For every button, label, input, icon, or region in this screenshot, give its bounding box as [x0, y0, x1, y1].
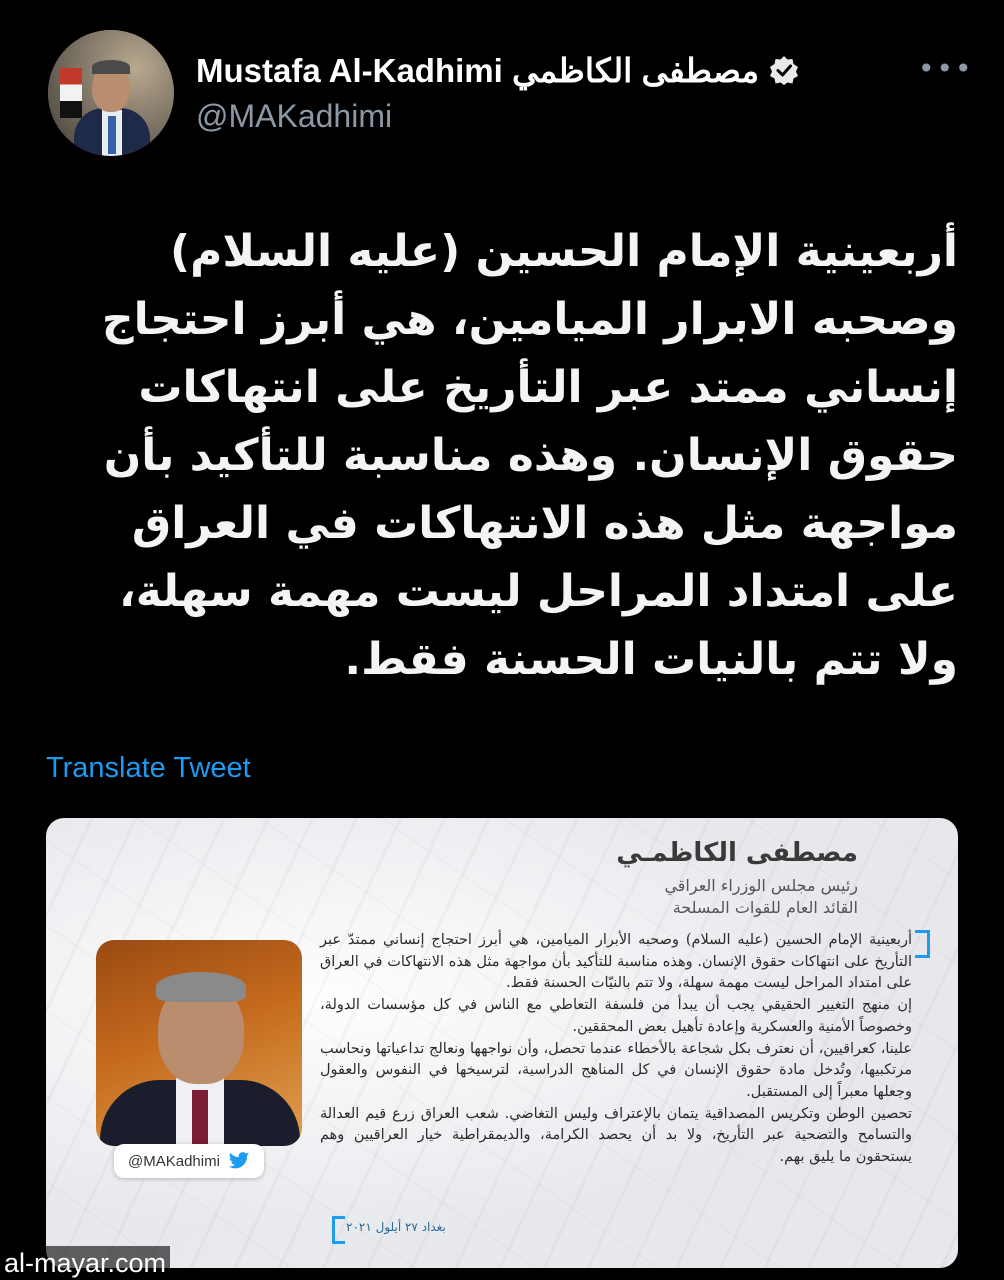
author-handle[interactable]: @MAKadhimi — [196, 98, 392, 135]
card-paragraph: إن منهج التغيير الحقيقي يجب أن يبدأ من ف… — [320, 997, 912, 1035]
site-watermark: al-mayar.com — [0, 1246, 171, 1280]
portrait-tie — [192, 1090, 208, 1146]
author-name-row: Mustafa Al-Kadhimi مصطفى الكاظمي — [196, 48, 799, 92]
avatar-hair — [92, 60, 130, 74]
translate-tweet-link[interactable]: Translate Tweet — [46, 752, 251, 785]
card-title-primary: رئيس مجلس الوزراء العراقي — [664, 876, 858, 895]
card-handle-chip: @MAKadhimi — [114, 1144, 264, 1178]
quote-bracket-close-icon — [332, 1216, 345, 1244]
card-paragraph: أربعينية الإمام الحسين (عليه السلام) وصح… — [320, 932, 912, 992]
author-display-name[interactable]: Mustafa Al-Kadhimi مصطفى الكاظمي — [196, 51, 759, 90]
card-statement-body: أربعينية الإمام الحسين (عليه السلام) وصح… — [320, 930, 912, 1169]
card-paragraph: علينا، كعراقيين، أن نعترف بكل شجاعة بالأ… — [320, 1040, 912, 1100]
card-portrait-photo — [96, 940, 302, 1146]
more-options-icon[interactable]: ••• — [918, 54, 974, 84]
tweet-media-image[interactable]: مصطفى الكاظمـي رئيس مجلس الوزراء العراقي… — [46, 818, 958, 1268]
quote-bracket-open-icon — [915, 930, 930, 958]
twitter-bird-icon — [228, 1151, 250, 1171]
avatar-tie — [108, 116, 116, 154]
tweet-text: أربعينية الإمام الحسين (عليه السلام) وصح… — [101, 226, 958, 685]
card-paragraph: تحصين الوطن وتكريس المصداقية يتمان بالإع… — [320, 1105, 912, 1166]
card-date: بغداد ٢٧ أيلول ٢٠٢١ — [346, 1220, 446, 1234]
avatar-flag — [60, 68, 82, 118]
card-handle-text: @MAKadhimi — [128, 1152, 220, 1170]
card-title-secondary: القائد العام للقوات المسلحة — [672, 898, 858, 917]
verified-badge-icon — [769, 55, 799, 85]
card-author-name: مصطفى الكاظمـي — [616, 838, 858, 868]
portrait-hair — [156, 972, 246, 1002]
profile-avatar[interactable] — [48, 30, 174, 156]
